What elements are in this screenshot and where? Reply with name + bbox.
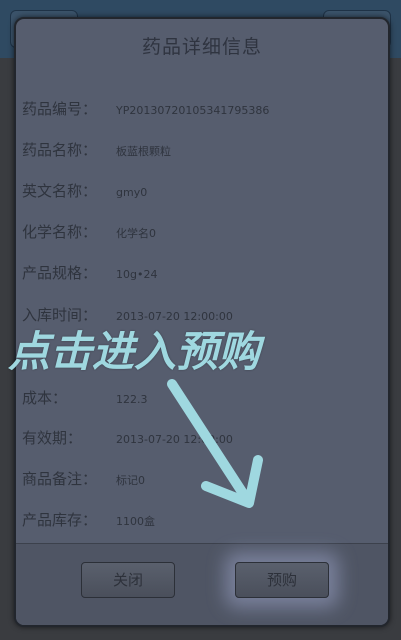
detail-row-drug-name: 药品名称： 板蓝根颗粒	[22, 140, 171, 160]
detail-row-remark: 商品备注： 标记0	[22, 469, 145, 489]
detail-value: gmy0	[116, 186, 148, 199]
detail-label: 英文名称：	[22, 182, 98, 200]
detail-value: 2013-07-20 12:00:00	[116, 433, 233, 446]
detail-label: 产品库存：	[22, 511, 98, 529]
detail-value: YP2013072010534179538​6	[116, 104, 270, 117]
detail-row-stock: 产品库存： 1100盒	[22, 510, 155, 530]
detail-row-drug-id: 药品编号： YP2013072010534179538​6	[22, 99, 269, 119]
detail-value: 122.3	[116, 393, 148, 406]
detail-label: 药品编号：	[22, 100, 98, 118]
detail-row-expiry: 有效期： 2013-07-20 12:00:00	[22, 428, 233, 448]
detail-row-english-name: 英文名称： gmy0	[22, 181, 147, 201]
detail-label: 药品名称：	[22, 141, 98, 159]
dialog-title: 药品详细信息	[141, 36, 262, 58]
preorder-button[interactable]: 预购	[235, 562, 329, 598]
detail-label: 产品规格：	[22, 264, 98, 282]
detail-value: 化学名0	[116, 227, 156, 240]
detail-row-chemical-name: 化学名称： 化学名0	[22, 222, 156, 242]
detail-row-spec: 产品规格： 10g•24	[22, 263, 157, 283]
dialog-footer: 关闭 预购	[16, 543, 388, 625]
detail-label: 有效期：	[22, 429, 83, 447]
detail-value: 10g•24	[116, 268, 158, 281]
detail-label: 化学名称：	[22, 223, 98, 241]
detail-label: 成本：	[22, 389, 68, 407]
detail-value: 1100盒	[116, 515, 155, 528]
annotation-text: 点击进入预购	[8, 327, 261, 376]
detail-value: 标记0	[116, 474, 145, 487]
detail-value: 板蓝根颗粒	[116, 145, 171, 158]
close-button[interactable]: 关闭	[81, 562, 175, 598]
detail-row-cost: 成本： 122.3	[22, 388, 148, 408]
detail-label: 商品备注：	[22, 470, 98, 488]
